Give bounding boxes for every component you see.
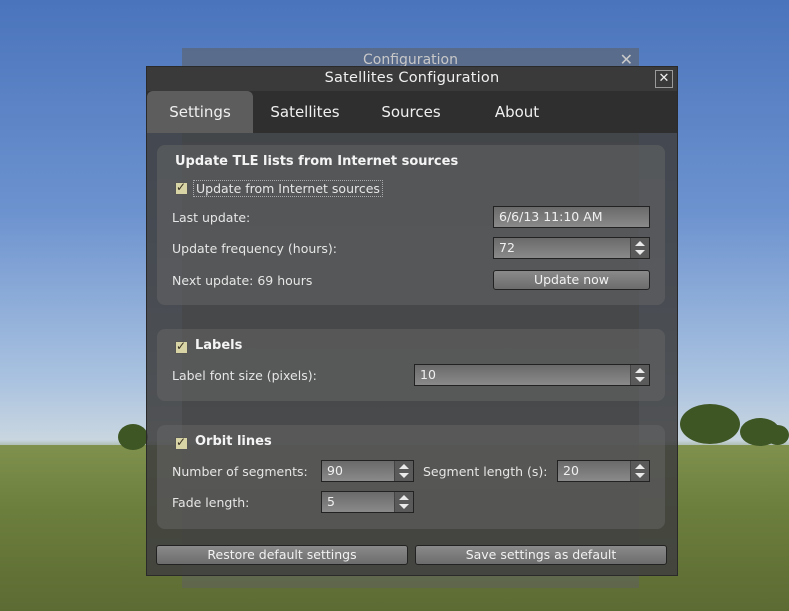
fade-length-value: 5 — [327, 494, 335, 509]
segment-length-value: 20 — [563, 463, 579, 478]
segments-label: Number of segments: — [172, 464, 308, 479]
group-title-update: Update TLE lists from Internet sources — [175, 154, 459, 169]
tree — [680, 404, 740, 444]
orbit-lines-group: Orbit lines Number of segments: 90 Segme… — [157, 425, 665, 529]
tab-bar: Settings Satellites Sources About — [147, 91, 677, 133]
satellites-configuration-dialog: Satellites Configuration ✕ Settings Sate… — [146, 66, 678, 576]
last-update-label: Last update: — [172, 210, 251, 225]
spinbox-arrows[interactable] — [630, 365, 649, 385]
labels-checkbox-label[interactable]: Labels — [195, 338, 242, 353]
arrow-up-icon[interactable] — [635, 241, 645, 246]
tree — [118, 424, 148, 450]
segments-value: 90 — [327, 463, 343, 478]
save-settings-as-default-button[interactable]: Save settings as default — [415, 545, 667, 565]
tab-settings[interactable]: Settings — [147, 91, 253, 133]
close-icon[interactable]: ✕ — [655, 70, 673, 88]
checkmark-icon[interactable] — [175, 180, 188, 195]
tree — [766, 425, 789, 445]
spinbox-arrows[interactable] — [630, 461, 649, 481]
update-tle-group: Update TLE lists from Internet sources U… — [157, 145, 665, 305]
arrow-down-icon[interactable] — [635, 250, 645, 255]
title-bar[interactable]: Satellites Configuration ✕ — [147, 67, 677, 91]
arrow-up-icon[interactable] — [635, 464, 645, 469]
arrow-down-icon[interactable] — [635, 473, 645, 478]
arrow-down-icon[interactable] — [635, 377, 645, 382]
update-frequency-spinbox[interactable]: 72 — [493, 237, 650, 259]
spinbox-arrows[interactable] — [394, 461, 413, 481]
checkmark-icon[interactable] — [175, 435, 188, 450]
spinbox-arrows[interactable] — [394, 492, 413, 512]
arrow-up-icon[interactable] — [635, 368, 645, 373]
arrow-down-icon[interactable] — [399, 473, 409, 478]
update-frequency-label: Update frequency (hours): — [172, 241, 338, 256]
dialog-title: Satellites Configuration — [324, 70, 500, 86]
checkmark-icon[interactable] — [175, 339, 188, 354]
update-now-button[interactable]: Update now — [493, 270, 650, 290]
label-font-size-value: 10 — [420, 367, 436, 382]
segment-length-label: Segment length (s): — [423, 464, 548, 479]
tab-about[interactable]: About — [465, 91, 569, 133]
labels-group: Labels Label font size (pixels): 10 — [157, 329, 665, 401]
tab-sources[interactable]: Sources — [357, 91, 465, 133]
spinbox-arrows[interactable] — [630, 238, 649, 258]
last-update-value: 6/6/13 11:10 AM — [499, 209, 603, 224]
arrow-down-icon[interactable] — [399, 504, 409, 509]
label-font-size-label: Label font size (pixels): — [172, 368, 317, 383]
label-font-size-spinbox[interactable]: 10 — [414, 364, 650, 386]
update-from-internet-checkbox-label[interactable]: Update from Internet sources — [193, 180, 383, 197]
segments-spinbox[interactable]: 90 — [321, 460, 414, 482]
fade-length-label: Fade length: — [172, 495, 250, 510]
next-update-label: Next update: 69 hours — [172, 273, 313, 288]
restore-default-settings-button[interactable]: Restore default settings — [156, 545, 408, 565]
fade-length-spinbox[interactable]: 5 — [321, 491, 414, 513]
update-frequency-value: 72 — [499, 240, 515, 255]
last-update-field: 6/6/13 11:10 AM — [493, 206, 650, 228]
arrow-up-icon[interactable] — [399, 464, 409, 469]
segment-length-spinbox[interactable]: 20 — [557, 460, 650, 482]
tab-satellites[interactable]: Satellites — [253, 91, 357, 133]
arrow-up-icon[interactable] — [399, 495, 409, 500]
orbit-lines-checkbox-label[interactable]: Orbit lines — [195, 434, 272, 449]
